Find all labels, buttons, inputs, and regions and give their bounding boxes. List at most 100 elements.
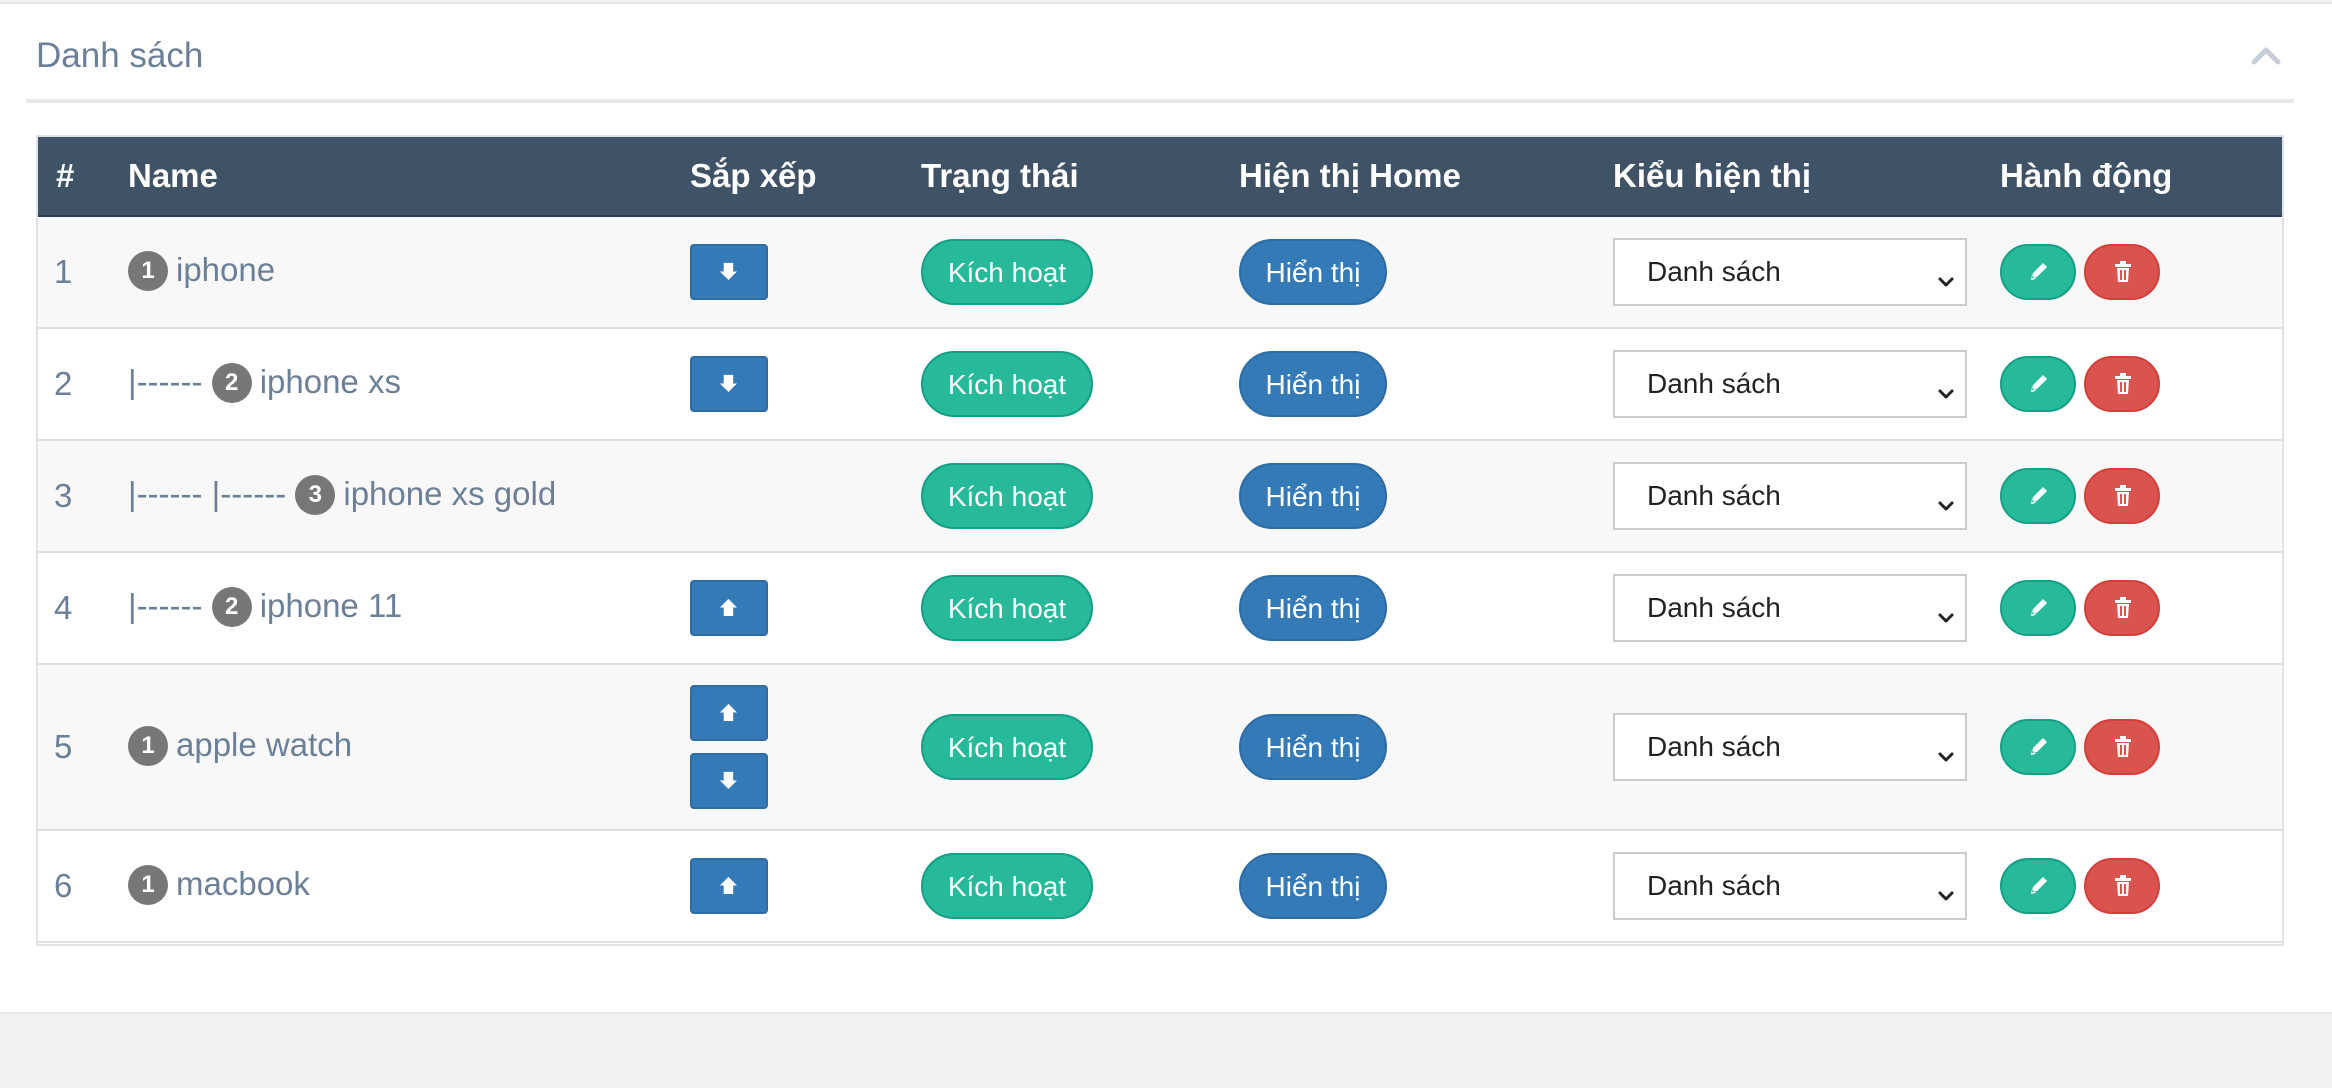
move-down-button[interactable]	[690, 356, 768, 412]
move-down-button[interactable]	[690, 753, 768, 809]
display-type-select[interactable]: Danh sách	[1613, 462, 1967, 530]
sort-cell	[674, 552, 905, 664]
home-cell: Hiển thị	[1223, 664, 1597, 830]
table-row: 4 |------ 2 iphone 11 Kích hoạt Hiển thị Danh…	[38, 552, 2282, 664]
table-row: 6 1 macbook Kích hoạt Hiển thị Danh sách	[38, 830, 2282, 942]
home-visibility-button[interactable]: Hiển thị	[1239, 239, 1387, 305]
display-type-cell: Danh sách	[1597, 664, 1984, 830]
row-index: 3	[54, 477, 73, 514]
status-toggle-button[interactable]: Kích hoạt	[921, 239, 1093, 305]
sort-cell	[674, 830, 905, 942]
display-type-value: Danh sách	[1647, 368, 1781, 399]
page-footer-area	[0, 1014, 2332, 1088]
indent-marker: |------ |------	[128, 475, 296, 513]
header-status: Trạng thái	[905, 137, 1223, 217]
chevron-down-icon	[1937, 486, 1955, 524]
display-type-value: Danh sách	[1647, 480, 1781, 511]
category-name[interactable]: apple watch	[176, 726, 352, 763]
display-type-select[interactable]: Danh sách	[1613, 852, 1967, 920]
delete-button[interactable]	[2084, 244, 2160, 300]
header-display-type: Kiểu hiện thị	[1597, 137, 1984, 217]
display-type-select[interactable]: Danh sách	[1613, 238, 1967, 306]
row-index: 6	[54, 867, 73, 904]
category-name[interactable]: iphone xs	[260, 363, 401, 400]
home-visibility-button[interactable]: Hiển thị	[1239, 714, 1387, 780]
category-name-cell: |------ |------ 3 iphone xs gold	[112, 440, 674, 552]
table-row: 5 1 apple watch Kích hoạt Hiển thị Danh sách	[38, 664, 2282, 830]
display-type-cell: Danh sách	[1597, 440, 1984, 552]
move-down-button[interactable]	[690, 244, 768, 300]
edit-button[interactable]	[2000, 580, 2076, 636]
chevron-down-icon	[1937, 737, 1955, 775]
sort-cell	[674, 664, 905, 830]
actions-cell	[1984, 440, 2282, 552]
table-row: 2 |------ 2 iphone xs Kích hoạt Hiển thị Danh…	[38, 328, 2282, 440]
status-toggle-button[interactable]: Kích hoạt	[921, 853, 1093, 919]
home-cell: Hiển thị	[1223, 216, 1597, 328]
status-cell: Kích hoạt	[905, 664, 1223, 830]
display-type-select[interactable]: Danh sách	[1613, 574, 1967, 642]
table-header-row: # Name Sắp xếp Trạng thái Hiện thị Home …	[38, 137, 2282, 217]
display-type-value: Danh sách	[1647, 870, 1781, 901]
move-up-button[interactable]	[690, 580, 768, 636]
display-type-value: Danh sách	[1647, 731, 1781, 762]
status-cell: Kích hoạt	[905, 830, 1223, 942]
actions-cell	[1984, 552, 2282, 664]
category-name[interactable]: iphone xs gold	[343, 475, 556, 512]
edit-button[interactable]	[2000, 244, 2076, 300]
delete-button[interactable]	[2084, 580, 2160, 636]
delete-button[interactable]	[2084, 468, 2160, 524]
sort-cell	[674, 440, 905, 552]
home-cell: Hiển thị	[1223, 552, 1597, 664]
home-cell: Hiển thị	[1223, 328, 1597, 440]
home-visibility-button[interactable]: Hiển thị	[1239, 853, 1387, 919]
status-toggle-button[interactable]: Kích hoạt	[921, 351, 1093, 417]
category-name-cell: 1 apple watch	[112, 664, 674, 830]
delete-button[interactable]	[2084, 719, 2160, 775]
header-index: #	[38, 137, 112, 217]
status-cell: Kích hoạt	[905, 440, 1223, 552]
chevron-up-icon[interactable]	[2246, 36, 2286, 76]
home-visibility-button[interactable]: Hiển thị	[1239, 575, 1387, 641]
display-type-select[interactable]: Danh sách	[1613, 350, 1967, 418]
edit-button[interactable]	[2000, 468, 2076, 524]
delete-button[interactable]	[2084, 858, 2160, 914]
chevron-down-icon	[1937, 262, 1955, 300]
display-type-value: Danh sách	[1647, 592, 1781, 623]
display-type-select[interactable]: Danh sách	[1613, 713, 1967, 781]
category-name-cell: |------ 2 iphone xs	[112, 328, 674, 440]
indent-marker: |------	[128, 363, 212, 401]
level-badge: 3	[295, 474, 336, 515]
category-name-cell: 1 macbook	[112, 830, 674, 942]
level-badge: 2	[211, 362, 252, 403]
header-name: Name	[112, 137, 674, 217]
home-visibility-button[interactable]: Hiển thị	[1239, 351, 1387, 417]
panel-header: Danh sách	[26, 4, 2294, 103]
status-toggle-button[interactable]: Kích hoạt	[921, 575, 1093, 641]
category-name[interactable]: iphone	[176, 251, 275, 288]
status-cell: Kích hoạt	[905, 216, 1223, 328]
category-name-cell: 1 iphone	[112, 216, 674, 328]
level-badge: 1	[128, 725, 168, 766]
display-type-cell: Danh sách	[1597, 830, 1984, 942]
header-sort: Sắp xếp	[674, 137, 905, 217]
status-toggle-button[interactable]: Kích hoạt	[921, 463, 1093, 529]
edit-button[interactable]	[2000, 356, 2076, 412]
chevron-down-icon	[1937, 876, 1955, 914]
edit-button[interactable]	[2000, 858, 2076, 914]
chevron-down-icon	[1937, 374, 1955, 412]
row-index: 5	[54, 728, 73, 765]
panel-title: Danh sách	[36, 36, 204, 75]
display-type-cell: Danh sách	[1597, 328, 1984, 440]
category-name[interactable]: iphone 11	[260, 587, 403, 624]
category-list-panel: Danh sách # Name Sắp xếp Trạng thái Hiện…	[0, 2, 2332, 1014]
edit-button[interactable]	[2000, 719, 2076, 775]
actions-cell	[1984, 664, 2282, 830]
move-up-button[interactable]	[690, 858, 768, 914]
status-toggle-button[interactable]: Kích hoạt	[921, 714, 1093, 780]
category-name[interactable]: macbook	[176, 865, 310, 902]
move-up-button[interactable]	[690, 685, 768, 741]
home-visibility-button[interactable]: Hiển thị	[1239, 463, 1387, 529]
delete-button[interactable]	[2084, 356, 2160, 412]
indent-marker: |------	[128, 587, 212, 625]
